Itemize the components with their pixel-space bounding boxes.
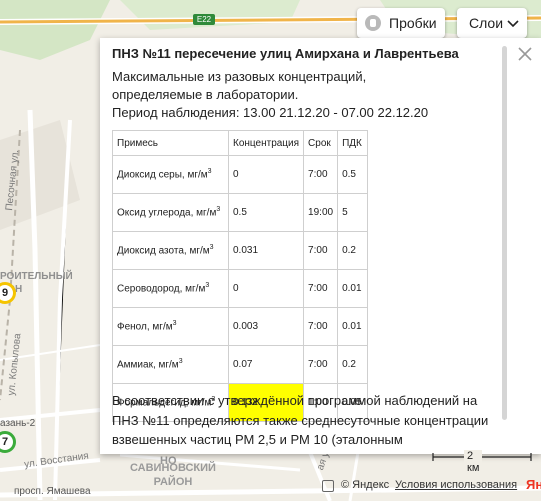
popup-footer-text: В соответствии с утверждённой программой…: [112, 393, 489, 447]
pollutant-name: Диоксид серы, мг/м: [117, 169, 208, 181]
cell-pollutant: Диоксид азота, мг/м3: [112, 231, 229, 270]
popup-subtitle-line1: Максимальные из разовых концентраций,: [112, 69, 367, 84]
cell-concentration: 0.031: [227, 231, 305, 270]
station-marker-label: 9: [1, 287, 9, 299]
yandex-logo: Ян: [526, 477, 541, 492]
unit-superscript: 3: [207, 168, 212, 176]
cell-pdk: 0.01: [337, 307, 369, 346]
table-row: Фенол, мг/м3 0.003 7:00 0.01: [112, 307, 369, 346]
unit-superscript: 3: [205, 282, 210, 290]
popup-content[interactable]: ПНЗ №11 пересечение улиц Амирхана и Лавр…: [100, 38, 505, 454]
column-header-pdk: ПДК: [337, 130, 369, 156]
cell-pollutant: Аммиак, мг/м3: [112, 345, 229, 384]
popup-scrollbar[interactable]: [502, 46, 507, 420]
cell-time: 7:00: [303, 269, 339, 308]
table-row: Оксид углерода, мг/м3 0.5 19:00 5: [112, 193, 369, 232]
cell-concentration: 0.003: [227, 307, 305, 346]
copyright-bar: © Яндекс Условия использования Ян: [0, 477, 541, 501]
copyright-yandex: © Яндекс: [341, 479, 390, 491]
traffic-button[interactable]: Пробки: [357, 8, 445, 38]
cell-time: 7:00: [303, 231, 339, 270]
table-row: Диоксид серы, мг/м3 0 7:00 0.5: [112, 155, 369, 194]
pollutant-name: Сероводород, мг/м: [117, 283, 206, 295]
layers-label: Слои: [469, 15, 504, 31]
cell-pdk: 0.01: [337, 269, 369, 308]
traffic-light-icon: [365, 15, 381, 31]
park-area: [0, 0, 110, 60]
open-in-yandex-icon[interactable]: [322, 480, 334, 492]
unit-superscript: 3: [209, 244, 214, 252]
table-header-row: Примесь Концентрация Срок ПДК: [112, 130, 369, 156]
table-row: Диоксид азота, мг/м3 0.031 7:00 0.2: [112, 231, 369, 270]
place-label-kazan2: азань-2: [0, 418, 36, 429]
cell-concentration: 0: [227, 269, 305, 308]
cell-concentration: 0: [227, 155, 305, 194]
cell-pollutant: Фенол, мг/м3: [112, 307, 229, 346]
cell-pdk: 5: [337, 193, 369, 232]
popup-subtitle-line2: определяемые в лаборатории.: [112, 87, 299, 102]
layers-button[interactable]: Слои: [457, 8, 527, 38]
traffic-label: Пробки: [389, 15, 437, 31]
column-header-pollutant: Примесь: [112, 130, 229, 156]
pollutant-name: Фенол, мг/м: [117, 321, 173, 333]
pollutant-name: Диоксид азота, мг/м: [117, 245, 210, 257]
station-marker-label: 7: [1, 436, 9, 448]
unit-superscript: 3: [178, 358, 183, 366]
close-icon[interactable]: [517, 46, 533, 62]
cell-concentration: 0.5: [227, 193, 305, 232]
popup-title: ПНЗ №11 пересечение улиц Амирхана и Лавр…: [112, 46, 459, 61]
cell-pollutant: Оксид углерода, мг/м3: [112, 193, 229, 232]
cell-pdk: 0.5: [337, 155, 369, 194]
station-info-popup: ПНЗ №11 пересечение улиц Амирхана и Лавр…: [100, 38, 541, 454]
cell-pollutant: Сероводород, мг/м3: [112, 269, 229, 308]
column-header-time: Срок: [303, 130, 339, 156]
cell-pollutant: Диоксид серы, мг/м3: [112, 155, 229, 194]
unit-superscript: 3: [172, 320, 177, 328]
concentration-table: Примесь Концентрация Срок ПДК Диоксид се…: [112, 130, 369, 422]
pollutant-name: Аммиак, мг/м: [117, 359, 179, 371]
column-header-concentration: Концентрация: [227, 130, 305, 156]
road-badge-e22: E22: [193, 14, 215, 25]
table-row: Аммиак, мг/м3 0.07 7:00 0.2: [112, 345, 369, 384]
cell-time: 7:00: [303, 155, 339, 194]
table-row: Сероводород, мг/м3 0 7:00 0.01: [112, 269, 369, 308]
cell-time: 19:00: [303, 193, 339, 232]
chevron-down-icon: [507, 15, 519, 31]
cell-pdk: 0.2: [337, 345, 369, 384]
terms-link[interactable]: Условия использования: [395, 479, 517, 491]
cell-time: 7:00: [303, 345, 339, 384]
pollutant-name: Оксид углерода, мг/м: [117, 207, 217, 219]
cell-time: 7:00: [303, 307, 339, 346]
cell-concentration: 0.07: [227, 345, 305, 384]
cell-pdk: 0.2: [337, 231, 369, 270]
popup-period: Период наблюдения: 13.00 21.12.20 - 07.0…: [112, 105, 429, 120]
scale-label: 2 км: [464, 450, 483, 474]
unit-superscript: 3: [216, 206, 221, 214]
